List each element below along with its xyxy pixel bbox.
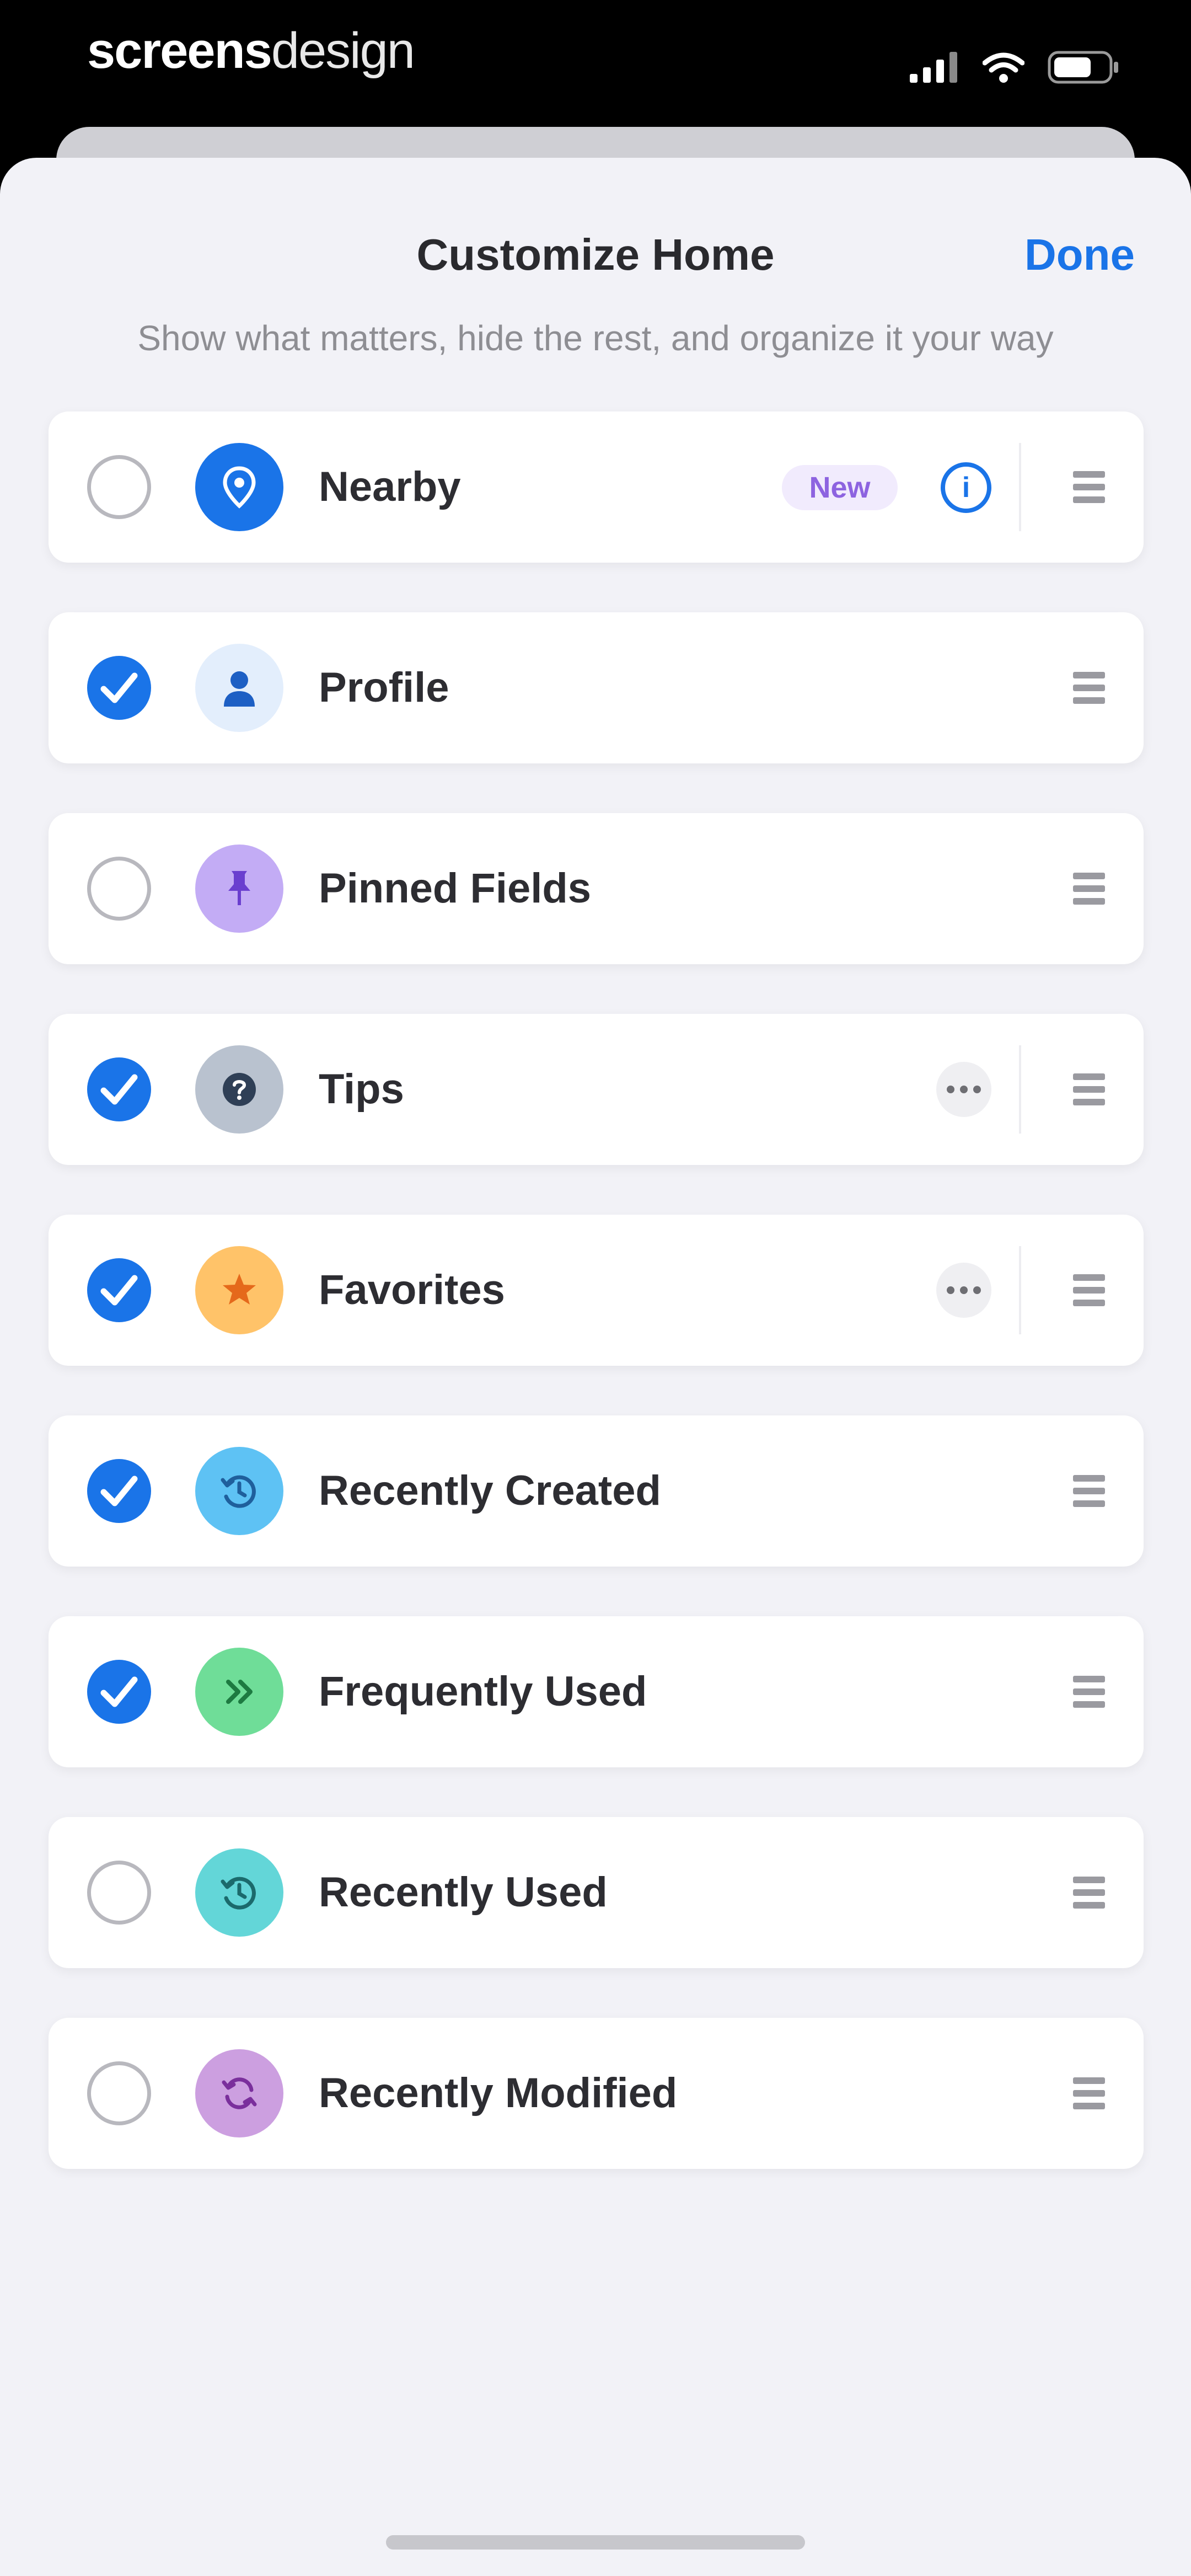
drag-handle-icon[interactable] bbox=[1073, 1274, 1105, 1306]
drag-handle-icon[interactable] bbox=[1073, 672, 1105, 704]
drag-handle-icon[interactable] bbox=[1073, 1475, 1105, 1507]
checkbox-tips[interactable] bbox=[87, 1057, 151, 1121]
location-pin-icon bbox=[195, 443, 283, 531]
person-icon bbox=[195, 644, 283, 732]
double-chevron-icon bbox=[195, 1648, 283, 1736]
new-badge: New bbox=[782, 465, 898, 510]
status-bar: screensdesign bbox=[0, 0, 1191, 132]
checkbox-recently-created[interactable] bbox=[87, 1459, 151, 1523]
home-sections-list: Nearby New i Profile Pinned Fields Tips … bbox=[49, 411, 1144, 2219]
customize-home-sheet: Customize Home Done Show what matters, h… bbox=[0, 158, 1191, 2576]
clock-back-icon bbox=[195, 1848, 283, 1937]
item-label: Recently Created bbox=[319, 1467, 661, 1514]
info-icon[interactable]: i bbox=[941, 462, 991, 513]
refresh-icon bbox=[195, 2049, 283, 2137]
battery-icon bbox=[1048, 51, 1119, 87]
checkbox-profile[interactable] bbox=[87, 656, 151, 720]
checkbox-favorites[interactable] bbox=[87, 1258, 151, 1322]
row-divider bbox=[1019, 443, 1021, 531]
checkbox-frequently-used[interactable] bbox=[87, 1660, 151, 1724]
drag-handle-icon[interactable] bbox=[1073, 471, 1105, 503]
brand-watermark: screensdesign bbox=[87, 23, 415, 79]
list-item-tips[interactable]: Tips bbox=[49, 1014, 1144, 1165]
sheet-header: Customize Home Done bbox=[0, 207, 1191, 285]
signal-icon bbox=[910, 52, 959, 85]
more-options-icon[interactable] bbox=[936, 1263, 991, 1318]
item-label: Recently Modified bbox=[319, 2070, 678, 2117]
list-item-favorites[interactable]: Favorites bbox=[49, 1215, 1144, 1366]
item-label: Profile bbox=[319, 664, 449, 711]
item-label: Pinned Fields bbox=[319, 865, 592, 912]
page-title: Customize Home bbox=[416, 230, 775, 279]
drag-handle-icon[interactable] bbox=[1073, 1676, 1105, 1708]
row-divider bbox=[1019, 1045, 1021, 1134]
item-label: Nearby bbox=[319, 463, 461, 510]
sheet-subtitle: Show what matters, hide the rest, and or… bbox=[137, 318, 1054, 358]
checkbox-recently-used[interactable] bbox=[87, 1861, 151, 1925]
wifi-icon bbox=[982, 52, 1025, 85]
home-indicator[interactable] bbox=[386, 2535, 805, 2550]
brand-light: design bbox=[271, 23, 415, 79]
star-icon bbox=[195, 1246, 283, 1334]
item-label: Favorites bbox=[319, 1266, 505, 1313]
list-item-pinned-fields[interactable]: Pinned Fields bbox=[49, 813, 1144, 964]
pushpin-icon bbox=[195, 845, 283, 933]
list-item-profile[interactable]: Profile bbox=[49, 612, 1144, 763]
question-icon bbox=[195, 1045, 283, 1134]
checkbox-nearby[interactable] bbox=[87, 455, 151, 519]
list-item-recently-created[interactable]: Recently Created bbox=[49, 1415, 1144, 1567]
drag-handle-icon[interactable] bbox=[1073, 1877, 1105, 1909]
list-item-frequently-used[interactable]: Frequently Used bbox=[49, 1616, 1144, 1767]
history-icon bbox=[195, 1447, 283, 1535]
checkbox-pinned-fields[interactable] bbox=[87, 857, 151, 921]
more-options-icon[interactable] bbox=[936, 1062, 991, 1117]
list-item-recently-modified[interactable]: Recently Modified bbox=[49, 2018, 1144, 2169]
list-item-recently-used[interactable]: Recently Used bbox=[49, 1817, 1144, 1968]
drag-handle-icon[interactable] bbox=[1073, 1073, 1105, 1105]
drag-handle-icon[interactable] bbox=[1073, 2077, 1105, 2109]
list-item-nearby[interactable]: Nearby New i bbox=[49, 411, 1144, 563]
item-label: Tips bbox=[319, 1066, 404, 1113]
brand-bold: screens bbox=[87, 23, 272, 79]
done-button[interactable]: Done bbox=[1024, 229, 1135, 280]
item-label: Recently Used bbox=[319, 1869, 608, 1916]
checkbox-recently-modified[interactable] bbox=[87, 2061, 151, 2125]
row-divider bbox=[1019, 1246, 1021, 1334]
status-icons bbox=[910, 51, 1119, 87]
item-label: Frequently Used bbox=[319, 1668, 647, 1715]
drag-handle-icon[interactable] bbox=[1073, 873, 1105, 905]
